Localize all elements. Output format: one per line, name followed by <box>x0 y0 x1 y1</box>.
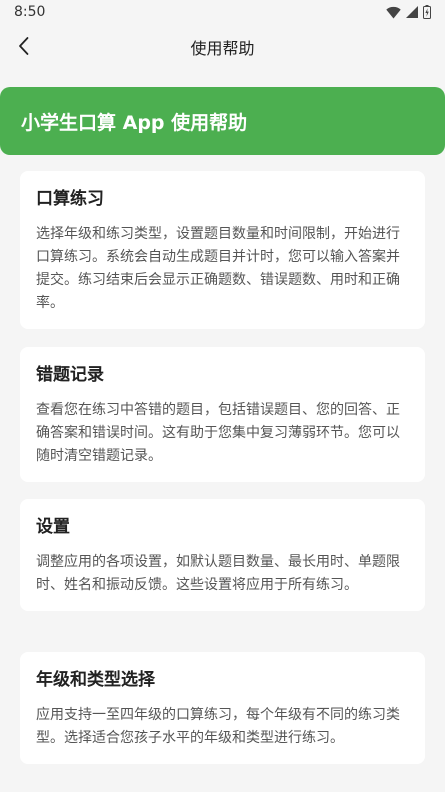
card-title: 口算练习 <box>36 189 104 209</box>
card-title: 年级和类型选择 <box>36 670 155 690</box>
card-body: 调整应用的各项设置，如默认题目数量、最长用时、单题限时、姓名和振动反馈。这些设置… <box>36 554 400 593</box>
help-card-settings: 设置 调整应用的各项设置，如默认题目数量、最长用时、单题限时、姓名和振动反馈。这… <box>20 499 425 611</box>
card-title: 错题记录 <box>36 365 104 385</box>
signal-icon <box>406 6 418 18</box>
help-banner: 小学生口算 App 使用帮助 <box>0 87 445 155</box>
card-body: 选择年级和练习类型，设置题目数量和时间限制，开始进行口算练习。系统会自动生成题目… <box>36 226 400 311</box>
status-time: 8:50 <box>14 4 46 20</box>
help-card-mistakes: 错题记录 查看您在练习中答错的题目，包括错误题目、您的回答、正确答案和错误时间。… <box>20 347 425 482</box>
page-title: 使用帮助 <box>190 39 255 58</box>
status-icons <box>386 5 431 19</box>
wifi-icon <box>386 6 401 18</box>
status-bar: 8:50 <box>0 0 445 26</box>
card-body: 查看您在练习中答错的题目，包括错误题目、您的回答、正确答案和错误时间。这有助于您… <box>36 402 400 464</box>
app-bar: 使用帮助 <box>0 26 445 66</box>
help-card-practice: 口算练习 选择年级和练习类型，设置题目数量和时间限制，开始进行口算练习。系统会自… <box>20 171 425 329</box>
help-card-grade-type: 年级和类型选择 应用支持一至四年级的口算练习，每个年级有不同的练习类型。选择适合… <box>20 652 425 764</box>
battery-icon <box>423 5 431 19</box>
card-body: 应用支持一至四年级的口算练习，每个年级有不同的练习类型。选择适合您孩子水平的年级… <box>36 707 400 746</box>
card-title: 设置 <box>36 517 70 537</box>
banner-title: 小学生口算 App 使用帮助 <box>21 112 248 134</box>
